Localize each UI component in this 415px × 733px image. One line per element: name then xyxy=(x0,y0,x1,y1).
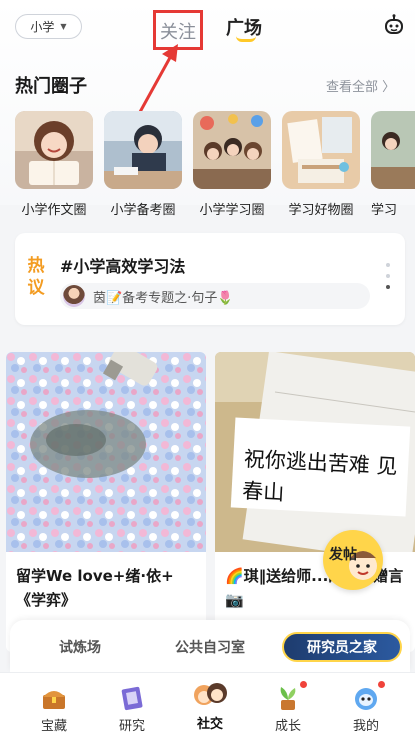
hot-topic-user-text: 茵📝备考专题之·句子🌷 xyxy=(93,290,234,306)
circle-item[interactable]: 学习好物圈 xyxy=(282,111,360,218)
grade-selector[interactable]: 小学 ▼ xyxy=(15,14,82,39)
girl-reading-icon xyxy=(15,111,93,189)
feed-caption: 🌈琪‖送给师...的毕业赠言📷 xyxy=(225,567,404,609)
feed-caption: 留学We love+绪·依+《学弈》 xyxy=(16,567,174,609)
nav-label: 我的 xyxy=(352,719,379,733)
grade-label: 小学 xyxy=(30,20,55,34)
book-icon xyxy=(119,685,145,711)
treasure-chest-icon xyxy=(41,685,67,711)
circle-item[interactable]: 小学作文圈 xyxy=(15,111,93,218)
circle-label: 学习好物圈 xyxy=(288,203,354,218)
hot-badge: 热议 xyxy=(27,256,45,298)
feed-card[interactable]: 祝你逃出苦难 见春山 🌈琪‖送给师...的毕业赠言📷 xyxy=(215,352,415,652)
handwriting-note: 祝你逃出苦难 见春山 xyxy=(241,446,399,505)
hot-topic-title: #小学高效学习法 xyxy=(60,257,186,276)
hot-topic-user[interactable]: 茵📝备考专题之·句子🌷 xyxy=(60,283,370,309)
nav-research[interactable]: 研究 xyxy=(102,685,162,733)
classroom-icon xyxy=(371,111,415,189)
hot-topic-card[interactable]: 热议 #小学高效学习法 茵📝备考专题之·句子🌷 xyxy=(15,233,405,325)
rooms-bar: 试炼场 公共自习室 研究员之家 xyxy=(10,620,410,672)
nav-social[interactable]: 社交 xyxy=(180,683,240,732)
hot-circles-title: 热门圈子 xyxy=(15,76,87,97)
nav-growth[interactable]: 成长 xyxy=(258,681,318,733)
nav-mine[interactable]: 我的 xyxy=(336,681,396,733)
nav-label: 成长 xyxy=(274,719,301,733)
nav-label: 社交 xyxy=(196,717,223,732)
room-trial[interactable]: 试炼场 xyxy=(30,632,130,662)
feed-image: 祝你逃出苦难 见春山 xyxy=(215,352,415,552)
stationery-icon xyxy=(282,111,360,189)
see-all-link[interactable]: 查看全部 〉 xyxy=(326,76,395,95)
hot-circles-carousel: 小学作文圈 小学备考圈 小学学习圈 学习好物圈 学习 xyxy=(15,111,415,221)
circle-label: 小学学习圈 xyxy=(199,203,265,218)
friends-icon xyxy=(192,681,228,709)
post-button-label: 发帖 xyxy=(329,547,357,563)
robot-icon[interactable] xyxy=(383,14,405,36)
boy-studying-icon xyxy=(104,111,182,189)
room-study-hall[interactable]: 公共自习室 xyxy=(150,632,270,662)
caret-down-icon: ▼ xyxy=(60,22,67,31)
circle-item[interactable]: 学习 xyxy=(371,111,415,218)
circle-label: 小学作文圈 xyxy=(21,203,87,218)
notification-dot xyxy=(300,681,307,688)
carousel-dots xyxy=(386,263,392,296)
red-arrow-annotation xyxy=(138,44,178,113)
plant-icon xyxy=(275,681,307,711)
robot-avatar-icon xyxy=(353,681,385,711)
circle-item[interactable]: 小学备考圈 xyxy=(104,111,182,218)
notification-dot xyxy=(378,681,385,688)
nav-treasure[interactable]: 宝藏 xyxy=(24,685,84,733)
room-researcher-home[interactable]: 研究员之家 xyxy=(282,632,402,662)
nav-label: 研究 xyxy=(118,719,145,733)
avatar xyxy=(63,285,85,307)
feed-card[interactable]: 留学We love+绪·依+《学弈》 xyxy=(6,352,206,652)
active-tab-indicator xyxy=(236,36,256,42)
circle-label: 学习 xyxy=(371,203,398,218)
circle-label: 小学备考圈 xyxy=(110,203,176,218)
post-button[interactable]: 发帖 xyxy=(323,530,383,590)
nav-label: 宝藏 xyxy=(40,719,67,733)
students-group-icon xyxy=(193,111,271,189)
feed-image xyxy=(6,352,206,552)
bottom-nav: 宝藏 研究 社交 成长 我的 xyxy=(0,672,415,733)
circle-item[interactable]: 小学学习圈 xyxy=(193,111,271,218)
